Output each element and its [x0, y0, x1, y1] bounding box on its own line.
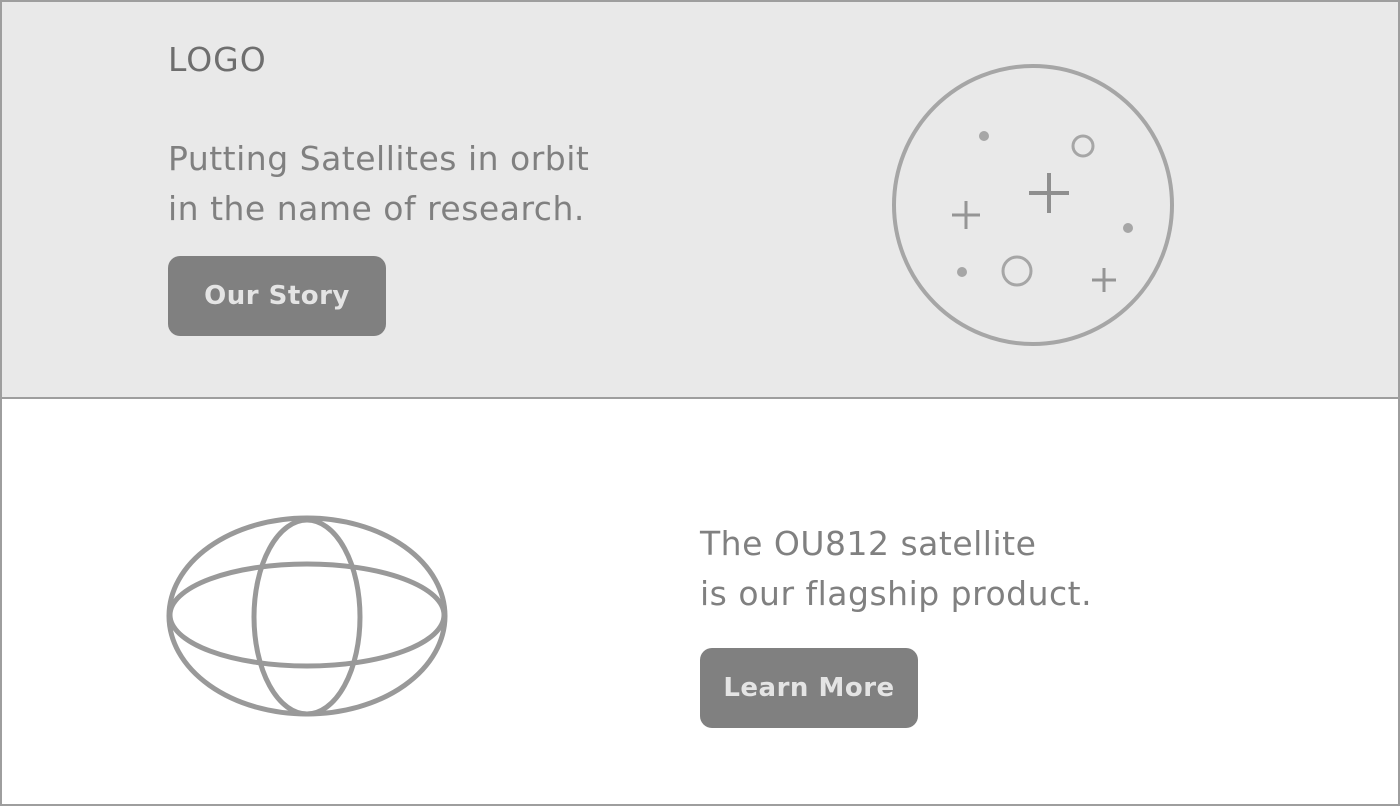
page-frame: LOGO Putting Satellites in orbit in the … — [0, 0, 1400, 806]
hero-tagline-line-1: Putting Satellites in orbit — [168, 139, 590, 178]
outer-ellipse — [166, 515, 448, 717]
learn-more-button[interactable]: Learn More — [700, 648, 918, 728]
dot-bottom-left — [957, 267, 967, 277]
small-ring-top — [1071, 134, 1095, 158]
dot-top-left — [979, 131, 989, 141]
our-story-button[interactable]: Our Story — [168, 256, 386, 336]
hero-tagline-line-2: in the name of research. — [168, 189, 585, 228]
dot-right — [1123, 223, 1133, 233]
feature-text-line-2: is our flagship product. — [700, 574, 1093, 613]
hero-tagline: Putting Satellites in orbit in the name … — [168, 134, 589, 234]
vertical-ring — [251, 517, 363, 717]
horizontal-ring — [167, 561, 447, 669]
feature-section: The OU812 satellite is our flagship prod… — [2, 401, 1398, 804]
hero-section: LOGO Putting Satellites in orbit in the … — [2, 2, 1398, 399]
feature-description: The OU812 satellite is our flagship prod… — [700, 519, 1092, 619]
logo[interactable]: LOGO — [168, 40, 267, 80]
planet-outline — [892, 64, 1174, 346]
planet-stars-icon — [892, 64, 1174, 346]
globe-satellite-icon — [166, 515, 448, 717]
feature-text-line-1: The OU812 satellite — [700, 524, 1037, 563]
small-ring-bottom — [1001, 255, 1033, 287]
